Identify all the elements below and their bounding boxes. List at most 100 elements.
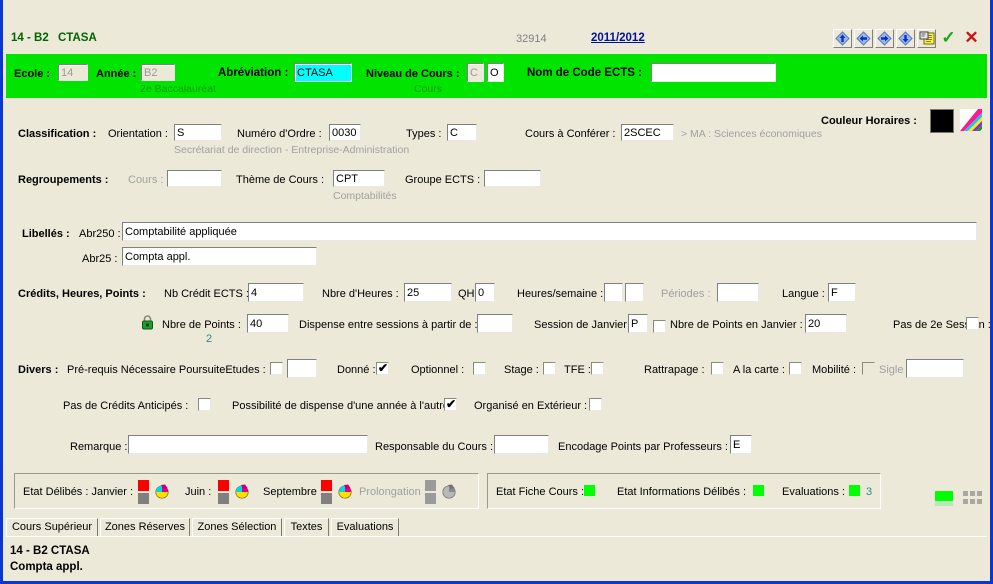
etat-fiche-panel: Etat Fiche Cours : Etat Informations Dél…	[487, 473, 881, 509]
cours-conferer-sublabel: > MA : Sciences économiques	[681, 128, 822, 140]
possibilite-dispense-checkbox[interactable]: ✔	[444, 398, 457, 411]
langue-field[interactable]	[828, 283, 856, 302]
responsable-cours-field[interactable]	[494, 435, 549, 454]
numero-ordre-field[interactable]	[329, 124, 361, 141]
previous-record-button[interactable]	[854, 28, 873, 48]
donne-checkbox[interactable]: ✔	[376, 362, 389, 375]
academic-year-link[interactable]: 2011/2012	[591, 32, 645, 44]
abreviation-field[interactable]	[294, 63, 352, 82]
tfe-checkbox[interactable]	[591, 362, 604, 375]
dispense-sessions-label: Dispense entre sessions à partir de :	[299, 319, 478, 331]
ecole-label: Ecole :	[14, 68, 51, 80]
etat-fiche-cours-status[interactable]	[584, 485, 595, 496]
groupe-ects-field[interactable]	[484, 170, 541, 187]
septembre-sphere-icon[interactable]	[337, 484, 353, 499]
pas-credits-anticipes-checkbox[interactable]	[198, 398, 211, 411]
dispense-sessions-field[interactable]	[477, 314, 513, 333]
regroupements-cours-field[interactable]	[167, 170, 222, 187]
qh-field[interactable]	[475, 283, 495, 302]
tab-cours-superieur[interactable]: Cours Supérieur	[6, 518, 98, 537]
prerequis-checkbox[interactable]	[270, 362, 283, 375]
sigle-field[interactable]	[906, 359, 964, 378]
couleur-horaires-swatch[interactable]	[930, 109, 954, 133]
optionnel-label: Optionnel :	[411, 364, 465, 376]
niveau-code-field[interactable]	[467, 63, 484, 82]
nbre-heures-field[interactable]	[404, 283, 452, 302]
alacarte-checkbox[interactable]	[789, 362, 802, 375]
nbre-heures-label: Nbre d'Heures :	[322, 288, 399, 300]
heures-semaine-field-1[interactable]	[604, 283, 623, 302]
mobilite-checkbox[interactable]	[862, 362, 875, 375]
optionnel-checkbox[interactable]	[473, 362, 486, 375]
first-record-button[interactable]	[833, 28, 852, 48]
nom-code-ects-field[interactable]	[651, 63, 776, 82]
niveau-type-field[interactable]	[487, 63, 504, 82]
encodage-points-field[interactable]	[730, 435, 752, 454]
remarque-field[interactable]	[128, 435, 368, 454]
session-janvier-label: Session de Janvier :	[534, 319, 634, 331]
janvier-status-bottom[interactable]	[138, 493, 149, 504]
tab-zones-selection[interactable]: Zones Sélection	[192, 518, 282, 537]
tab-strip: Cours Supérieur Zones Réserves Zones Sél…	[6, 518, 987, 537]
evaluations-status[interactable]	[849, 485, 860, 496]
next-record-button[interactable]	[875, 28, 894, 48]
janvier-sphere-icon[interactable]	[154, 484, 170, 499]
prerequis-field[interactable]	[287, 359, 317, 378]
possibilite-dispense-label: Possibilité de dispense d'une année à l'…	[232, 400, 456, 412]
cours-conferer-field[interactable]	[621, 124, 674, 141]
grid-dots-icon	[962, 490, 984, 506]
session-janvier-checkbox[interactable]	[653, 320, 666, 333]
nb-credit-ects-field[interactable]	[248, 283, 304, 302]
annee-label: Année :	[96, 68, 137, 80]
periodes-field[interactable]	[717, 283, 759, 302]
evaluations-label: Evaluations :	[782, 486, 845, 498]
legend-green-indicator	[935, 491, 953, 501]
prolongation-status-bottom[interactable]	[425, 493, 436, 504]
session-janvier-field[interactable]	[628, 314, 648, 333]
record-list-button[interactable]	[917, 28, 936, 48]
nom-code-ects-label: Nom de Code ECTS :	[527, 67, 643, 79]
niveau-de-cours-label: Niveau de Cours :	[366, 68, 460, 80]
juin-sphere-icon[interactable]	[234, 484, 250, 499]
check-icon: ✓	[941, 28, 956, 47]
tab-label: Cours Supérieur	[11, 521, 93, 533]
tab-zones-reserves[interactable]: Zones Réserves	[100, 518, 190, 537]
heures-semaine-field-2[interactable]	[625, 283, 644, 302]
janvier-status-top[interactable]	[138, 480, 149, 491]
juin-status-bottom[interactable]	[218, 493, 229, 504]
tab-textes[interactable]: Textes	[284, 518, 329, 537]
nbre-points-field[interactable]	[247, 314, 289, 333]
cancel-button[interactable]: ✕	[961, 28, 982, 48]
rattrapage-checkbox[interactable]	[711, 362, 724, 375]
tab-label: Textes	[290, 521, 323, 533]
stage-checkbox[interactable]	[543, 362, 556, 375]
septembre-status-top[interactable]	[321, 480, 332, 491]
orientation-field[interactable]	[174, 124, 222, 141]
color-picker-icon[interactable]	[960, 109, 982, 131]
septembre-status-bottom[interactable]	[321, 493, 332, 504]
prolongation-status-top[interactable]	[425, 480, 436, 491]
abr250-field[interactable]	[122, 222, 977, 241]
annee-field[interactable]	[141, 64, 175, 81]
abr25-field[interactable]	[122, 247, 317, 266]
juin-status-top[interactable]	[218, 480, 229, 491]
theme-cours-field[interactable]	[333, 170, 385, 187]
alacarte-label: A la carte :	[733, 364, 785, 376]
last-record-button[interactable]	[896, 28, 915, 48]
organise-exterieur-checkbox[interactable]	[589, 398, 602, 411]
tab-separator	[6, 536, 987, 537]
points-janvier-field[interactable]	[805, 314, 847, 333]
tab-evaluations[interactable]: Evaluations	[331, 518, 399, 537]
padlock-icon[interactable]	[140, 314, 155, 331]
sigle-label: Sigle :	[879, 364, 910, 376]
groupe-ects-label: Groupe ECTS :	[405, 174, 481, 186]
pas-2e-session-checkbox[interactable]	[966, 317, 979, 330]
ecole-field[interactable]	[58, 64, 88, 81]
abreviation-label: Abréviation :	[218, 67, 289, 79]
prolongation-sphere-icon[interactable]	[441, 484, 457, 499]
confirm-button[interactable]: ✓	[938, 28, 959, 48]
types-field[interactable]	[447, 124, 477, 141]
etat-infos-delibes-status[interactable]	[753, 485, 764, 496]
record-number: 32914	[516, 33, 547, 45]
check-mark-icon: ✔	[446, 397, 457, 411]
